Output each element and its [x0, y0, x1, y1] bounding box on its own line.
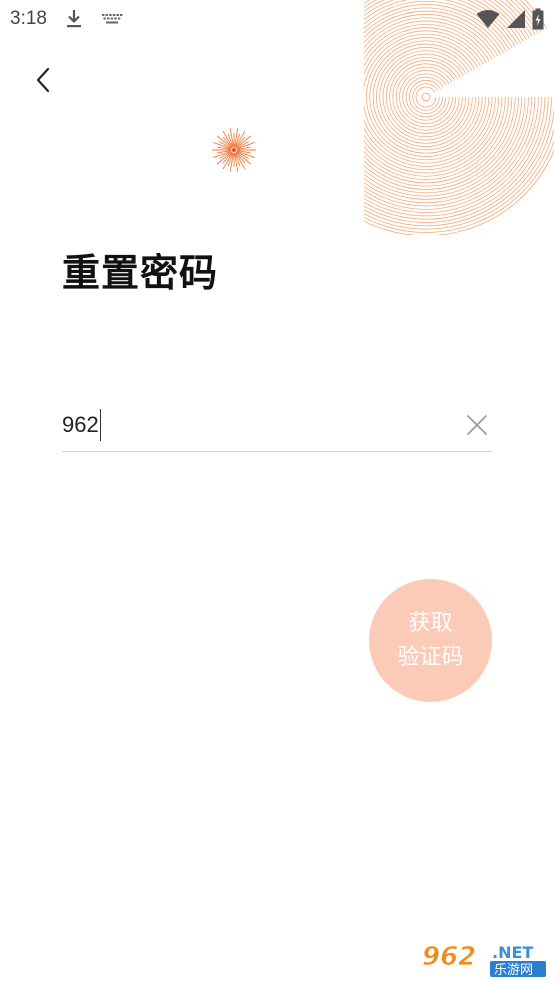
phone-input[interactable]: [62, 404, 464, 445]
watermark-suffix: .NET: [492, 943, 533, 962]
clear-input-button[interactable]: [464, 412, 490, 438]
signal-icon: [507, 10, 525, 28]
status-time: 3:18: [10, 8, 47, 29]
phone-input-wrapper: [62, 404, 464, 445]
get-code-button[interactable]: 获取 验证码: [369, 579, 492, 702]
phone-input-row: [62, 398, 492, 452]
watermark-number: 962: [422, 942, 476, 972]
watermark-logo: 962 .NET 乐游网: [416, 938, 548, 980]
battery-icon: [532, 8, 544, 30]
decorative-burst: [212, 128, 256, 172]
keyboard-icon: [101, 14, 123, 24]
page-title: 重置密码: [62, 251, 219, 295]
status-left: 3:18: [10, 8, 123, 30]
status-right: [476, 8, 544, 30]
download-icon: [66, 10, 81, 28]
get-code-label-line2: 验证码: [397, 644, 464, 670]
wifi-icon: [476, 10, 500, 28]
back-button[interactable]: [25, 60, 61, 100]
text-caret: [99, 408, 102, 441]
chevron-left-icon: [36, 67, 50, 93]
watermark-caption: 乐游网: [494, 963, 533, 978]
close-icon: [467, 414, 487, 435]
get-code-label-line1: 获取: [408, 610, 453, 636]
status-bar: 3:18: [0, 0, 554, 38]
